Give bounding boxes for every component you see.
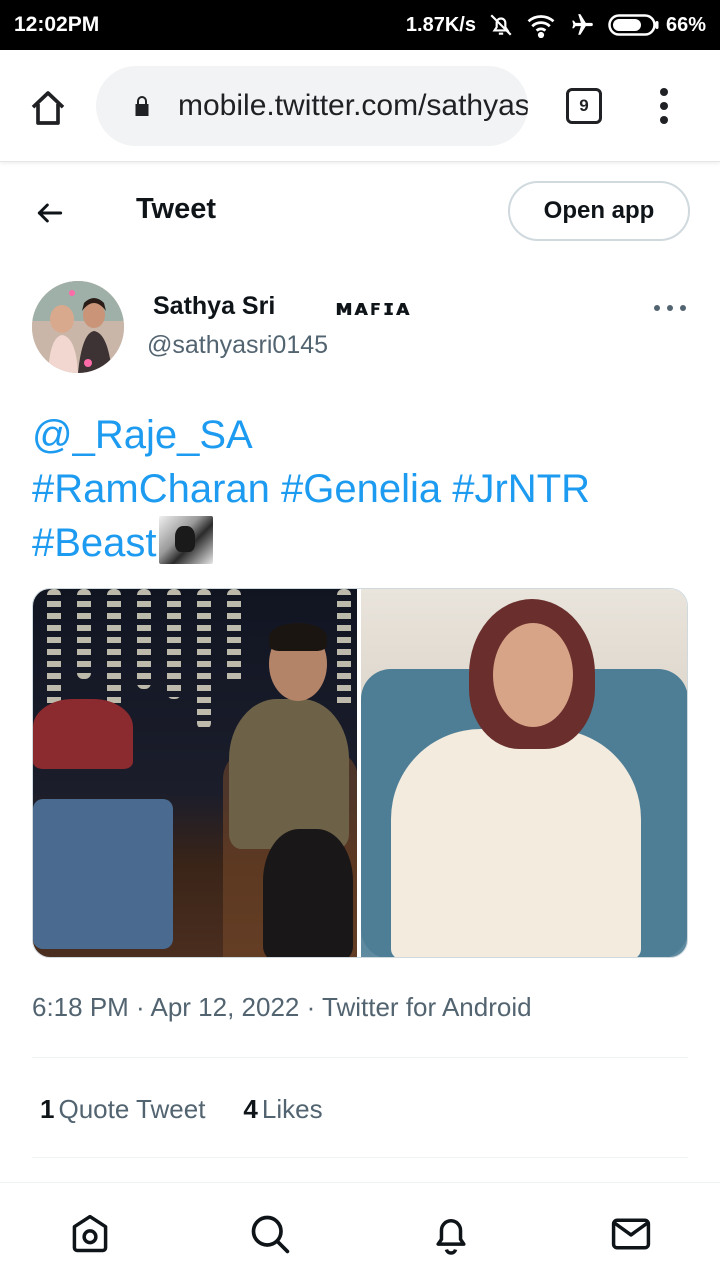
status-indicators: 1.87K/s 66% xyxy=(406,12,706,38)
open-app-button[interactable]: Open app xyxy=(508,181,690,241)
more-dot xyxy=(667,305,673,311)
emoji-image xyxy=(158,516,213,564)
browser-home-button[interactable] xyxy=(26,86,70,130)
likes-stat[interactable]: 4 Likes xyxy=(243,1094,322,1125)
tweet-header: Tweet Open app xyxy=(0,163,720,259)
tab-count: 9 xyxy=(579,96,589,115)
divider xyxy=(32,1157,688,1158)
home-icon xyxy=(72,1214,108,1253)
tweet-timestamp[interactable]: 6:18 PM · Apr 12, 2022 · Twitter for And… xyxy=(32,992,532,1023)
menu-dot xyxy=(660,116,668,124)
battery-icon xyxy=(608,14,659,36)
author-handle[interactable]: @sathyasri0145 xyxy=(147,331,328,360)
likes-count: 4 xyxy=(243,1094,258,1124)
browser-toolbar: mobile.twitter.com/sathyasri0145/status … xyxy=(0,50,720,162)
more-dot xyxy=(680,305,686,311)
search-icon xyxy=(251,1215,290,1254)
battery-percent: 66% xyxy=(665,13,706,36)
quote-tweets-count: 1 xyxy=(40,1094,55,1124)
address-bar[interactable]: mobile.twitter.com/sathyasri0145/status xyxy=(96,66,528,146)
status-bar: 12:02PM 1.87K/s 66% xyxy=(0,0,720,50)
tweet-media xyxy=(32,588,688,958)
hashtag-line: #Beast xyxy=(32,516,692,570)
browser-menu-button[interactable] xyxy=(650,84,678,128)
author-name-tag: ᴍᴀꜰɪᴀ xyxy=(335,296,411,321)
network-speed: 1.87K/s xyxy=(405,13,476,36)
messages-icon xyxy=(611,1218,651,1250)
battery-indicator: 66% xyxy=(608,13,706,37)
back-button[interactable] xyxy=(30,193,70,233)
status-time: 12:02PM xyxy=(14,13,100,36)
avatar[interactable] xyxy=(32,281,124,373)
nav-messages[interactable] xyxy=(608,1211,654,1257)
menu-dot xyxy=(660,102,668,110)
tweet-more-button[interactable] xyxy=(654,298,686,318)
nav-home[interactable] xyxy=(67,1211,113,1257)
airplane-icon xyxy=(568,12,596,38)
hashtag-beast[interactable]: #Beast xyxy=(32,521,157,565)
media-photo-1[interactable] xyxy=(33,589,357,957)
quote-tweets-label: Quote Tweet xyxy=(58,1094,206,1124)
home-icon xyxy=(31,91,65,125)
notifications-icon xyxy=(436,1219,466,1255)
more-vertical-icon xyxy=(660,88,668,96)
tweet-text: @_Raje_SA #RamCharan #Genelia #JrNTR #Be… xyxy=(32,408,692,570)
hashtag-links[interactable]: #RamCharan #Genelia #JrNTR xyxy=(32,462,692,516)
tweet-stats: 1 Quote Tweet 4 Likes xyxy=(40,1094,323,1125)
nav-notifications[interactable] xyxy=(428,1211,474,1257)
divider xyxy=(32,1057,688,1058)
nav-search[interactable] xyxy=(247,1211,293,1257)
bottom-navigation xyxy=(0,1182,720,1280)
more-horizontal-icon xyxy=(654,305,660,311)
arrow-left-icon xyxy=(37,203,63,223)
wifi-icon xyxy=(526,12,556,38)
author-display-name[interactable]: Sathya Sri xyxy=(153,292,275,321)
url-text: mobile.twitter.com/sathyasri0145/status xyxy=(178,89,528,122)
bell-off-icon xyxy=(488,12,514,38)
media-photo-2[interactable] xyxy=(361,589,687,957)
quote-tweets-stat[interactable]: 1 Quote Tweet xyxy=(40,1094,205,1125)
mention-link[interactable]: @_Raje_SA xyxy=(32,408,692,462)
page-title: Tweet xyxy=(136,193,217,225)
lock-icon xyxy=(135,96,149,116)
likes-label: Likes xyxy=(261,1094,323,1124)
tab-switcher-button[interactable]: 9 xyxy=(566,88,602,124)
